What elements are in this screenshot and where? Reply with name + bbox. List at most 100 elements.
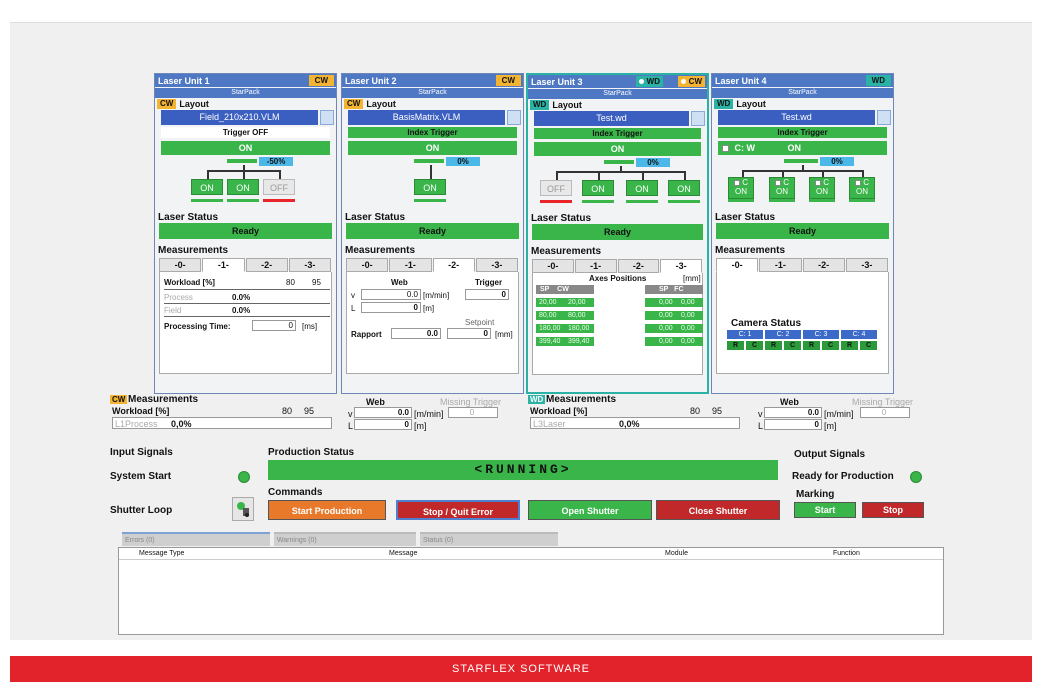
unit-header: Laser Unit 2 CW — [342, 74, 523, 87]
camera-connected-indicator: C — [746, 341, 763, 350]
marking-stop-button[interactable]: Stop — [862, 502, 924, 518]
process-value: 0.0% — [232, 293, 251, 302]
output-button-4[interactable]: C ON — [849, 177, 875, 199]
mode-badge-wd[interactable]: WD — [635, 76, 663, 87]
output-button-1[interactable]: C ON — [728, 177, 754, 199]
web-label: Web — [391, 278, 408, 287]
output-button-4[interactable]: ON — [668, 180, 700, 196]
open-shutter-button[interactable]: Open Shutter — [528, 500, 652, 520]
mode-badge-cw[interactable]: CW — [677, 76, 705, 87]
wrench-icon — [237, 502, 249, 517]
output-button-2[interactable]: C ON — [769, 177, 795, 199]
checkbox-icon[interactable] — [775, 179, 781, 186]
screen: Laser Unit 1 CW StarPack CW Layout Field… — [0, 0, 1044, 682]
output-button-2[interactable]: ON — [227, 179, 259, 195]
axis-value: 20,00 — [568, 299, 586, 306]
axes-positions-label: Axes Positions — [589, 274, 647, 283]
tab-2[interactable]: -2- — [617, 259, 660, 273]
stop-quit-error-button[interactable]: Stop / Quit Error — [396, 500, 520, 520]
laser-on-button[interactable]: C: W ON — [718, 141, 887, 155]
output-button-1[interactable]: ON — [191, 179, 223, 195]
trigger-mode[interactable]: Trigger OFF — [161, 127, 330, 138]
axes-row: 0,00 0,00 — [645, 324, 703, 333]
power-percent[interactable]: -50% — [259, 157, 293, 166]
output-label: ON — [816, 187, 828, 196]
layout-file-field[interactable]: Field_210x210.VLM — [161, 110, 334, 125]
starpack-label: StarPack — [155, 88, 336, 98]
tab-2[interactable]: -2- — [802, 258, 845, 272]
tab-3[interactable]: -3- — [288, 258, 331, 272]
browse-file-button[interactable] — [507, 110, 521, 125]
workload-label: Workload [%] — [164, 278, 215, 287]
output-button-1[interactable]: ON — [414, 179, 446, 195]
checkbox-icon[interactable] — [815, 179, 821, 186]
output-button-2[interactable]: ON — [582, 180, 614, 196]
axis-sp-value: 399,40 — [539, 338, 561, 345]
trigger-mode[interactable]: Index Trigger — [348, 127, 517, 138]
col-message[interactable]: Message — [389, 548, 417, 560]
layout-file-field[interactable]: Test.wd — [534, 111, 705, 126]
camera-connected-indicator: C — [784, 341, 801, 350]
axes-row: 399,40 399,40 — [536, 337, 594, 346]
measurement-panel: Axes Positions [mm] SP CW SP FC 20,00 20,… — [532, 273, 703, 375]
layout-file-field[interactable]: Test.wd — [718, 110, 891, 125]
marking-start-button[interactable]: Start — [794, 502, 856, 518]
tab-1[interactable]: -1- — [574, 259, 617, 273]
power-percent[interactable]: 0% — [820, 157, 854, 166]
tab-0[interactable]: -0- — [346, 258, 389, 272]
tab-errors[interactable]: Errors (0) — [122, 532, 270, 546]
wd-velocity-unit: [m/min] — [824, 409, 854, 419]
checkbox-icon[interactable] — [734, 179, 740, 186]
close-shutter-button[interactable]: Close Shutter — [656, 500, 780, 520]
message-list[interactable]: Message Type Message Module Function — [118, 547, 944, 635]
output-button-3[interactable]: ON — [626, 180, 658, 196]
tab-0[interactable]: -0- — [532, 259, 574, 273]
shutter-loop-icon[interactable] — [232, 497, 254, 521]
cw-measurements-label: Measurements — [128, 394, 199, 405]
layout-mode-tag: CW — [157, 99, 177, 109]
trigger-mode[interactable]: Index Trigger — [718, 127, 887, 138]
power-percent[interactable]: 0% — [446, 157, 480, 166]
tab-3[interactable]: -3- — [475, 258, 518, 272]
layout-mode-tag: CW — [344, 99, 364, 109]
tab-1[interactable]: -1- — [759, 258, 802, 272]
wd-workload-bar: L3Laser 0,0% — [530, 417, 740, 429]
checkbox-icon[interactable] — [855, 179, 861, 186]
output-indicator — [414, 199, 446, 202]
tab-3[interactable]: -3- — [845, 258, 888, 272]
trigger-mode[interactable]: Index Trigger — [534, 128, 701, 139]
power-percent[interactable]: 0% — [636, 158, 670, 167]
layout-file-field[interactable]: BasisMatrix.VLM — [348, 110, 521, 125]
trigger-value: 0 — [465, 289, 509, 300]
output-label: ON — [856, 187, 868, 196]
cw-checkbox[interactable] — [722, 145, 729, 153]
tab-3[interactable]: -3- — [660, 259, 702, 273]
tab-1[interactable]: -1- — [389, 258, 432, 272]
axes-row: 0,00 0,00 — [645, 311, 703, 320]
tab-0[interactable]: -0- — [716, 258, 759, 272]
laser-on-button[interactable]: ON — [534, 142, 701, 156]
col-message-type[interactable]: Message Type — [139, 548, 184, 560]
tab-1[interactable]: -1- — [202, 258, 245, 272]
browse-file-button[interactable] — [877, 110, 891, 125]
layout-label: Layout — [552, 100, 582, 110]
tab-2[interactable]: -2- — [432, 258, 475, 272]
field-value: 0.0% — [232, 306, 251, 315]
browse-file-button[interactable] — [691, 111, 705, 126]
col-function[interactable]: Function — [833, 548, 860, 560]
tab-0[interactable]: -0- — [159, 258, 202, 272]
laser-on-button[interactable]: ON — [348, 141, 517, 155]
output-button-1[interactable]: OFF — [540, 180, 572, 196]
output-button-3[interactable]: C ON — [809, 177, 835, 199]
cw-tag: CW — [110, 395, 128, 404]
laser-on-button[interactable]: ON — [161, 141, 330, 155]
starpack-label: StarPack — [342, 88, 523, 98]
browse-file-button[interactable] — [320, 110, 334, 125]
output-button-3[interactable]: OFF — [263, 179, 295, 195]
start-production-button[interactable]: Start Production — [268, 500, 386, 520]
tab-status[interactable]: Status (0) — [419, 532, 558, 546]
col-module[interactable]: Module — [665, 548, 688, 560]
tab-warnings[interactable]: Warnings (0) — [273, 532, 416, 546]
tab-2[interactable]: -2- — [245, 258, 288, 272]
cw-missing-trigger-label: Missing Trigger — [440, 397, 502, 407]
